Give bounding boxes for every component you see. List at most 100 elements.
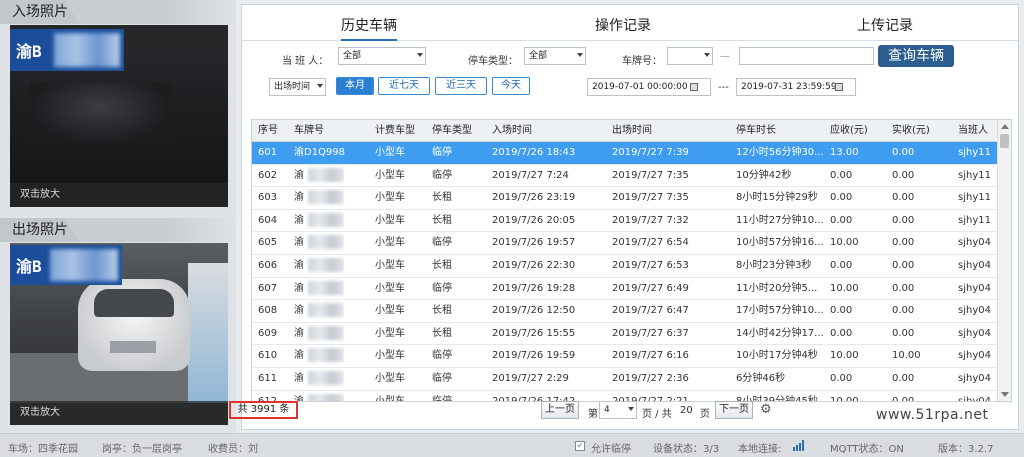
scroll-down-icon[interactable] xyxy=(1001,392,1009,397)
redacted-plate-blur xyxy=(308,258,344,272)
gear-icon[interactable]: ⚙ xyxy=(760,402,772,417)
scroll-up-icon[interactable] xyxy=(1001,124,1009,129)
redacted-plate-blur xyxy=(308,235,344,250)
column-header[interactable]: 车牌号 xyxy=(294,120,324,142)
table-cell: 小型车 xyxy=(375,327,405,339)
tab-upload-log[interactable]: 上传记录 xyxy=(857,15,913,35)
watermark: www.51rpa.net xyxy=(876,407,989,423)
table-cell: 小型车 xyxy=(375,237,405,249)
next-page-button[interactable]: 下一页 xyxy=(715,401,753,419)
entry-photo-title: 入场照片 xyxy=(0,0,236,24)
column-header[interactable]: 入场时间 xyxy=(492,120,532,142)
query-vehicle-button[interactable]: 查询车辆 xyxy=(878,45,954,67)
end-time-input[interactable]: 2019-07-31 23:59:59 xyxy=(736,78,856,96)
table-cell: 0.00 xyxy=(892,260,915,271)
range-this-month-button[interactable]: 本月 xyxy=(336,77,374,95)
duty-select[interactable]: 全部 xyxy=(338,47,426,65)
exit-plate-blur xyxy=(50,249,118,281)
table-row[interactable]: 604 渝 小型车 长租 2019/7/26 20:05 2019/7/27 7:32 11… xyxy=(252,210,998,233)
photo-panel: 入场照片 渝B 双击放大 出场照片 渝B 双击放大 xyxy=(0,0,236,433)
table-cell: sjhy04 xyxy=(958,237,991,249)
table-cell: 渝 xyxy=(294,323,344,345)
main-panel: 历史车辆 操作记录 上传记录 当 班 人： 全部 停车类型： 全部 车牌号： —… xyxy=(241,4,1019,430)
column-header[interactable]: 出场时间 xyxy=(612,120,652,142)
page-prefix: 第 xyxy=(588,409,598,420)
table-row[interactable]: 602 渝 小型车 临停 2019/7/27 7:24 2019/7/27 7:35 10分… xyxy=(252,165,998,188)
scroll-thumb[interactable] xyxy=(1000,134,1009,148)
status-local-conn: 本地连接: xyxy=(738,444,782,455)
plate-label: 车牌号： xyxy=(622,56,662,67)
table-cell: 0.00 xyxy=(830,305,853,317)
table-row[interactable]: 603 渝 小型车 长租 2019/7/26 23:19 2019/7/27 7:35 8小… xyxy=(252,187,998,210)
tab-history-vehicles[interactable]: 历史车辆 xyxy=(341,15,397,41)
table-row[interactable]: 611 渝 小型车 临停 2019/7/27 2:29 2019/7/27 2:36 6分钟… xyxy=(252,368,998,391)
table-row[interactable]: 605 渝 小型车 临停 2019/7/26 19:57 2019/7/27 6:54 10… xyxy=(252,232,998,255)
park-type-select[interactable]: 全部 xyxy=(524,47,586,65)
status-booth: 岗亭：负一层岗亭 xyxy=(102,444,182,455)
column-header[interactable]: 应收(元) xyxy=(830,120,868,142)
allow-temp-checkbox[interactable]: ✓ xyxy=(575,441,585,451)
table-cell: 2019/7/26 19:28 xyxy=(492,282,576,294)
range-today-button[interactable]: 今天 xyxy=(492,77,530,95)
column-header[interactable]: 停车时长 xyxy=(736,120,776,142)
range-last-7-days-button[interactable]: 近七天 xyxy=(378,77,430,95)
table-cell: 2019/7/26 15:55 xyxy=(492,327,576,339)
calendar-icon[interactable] xyxy=(690,83,698,91)
page-suffix: 页 xyxy=(700,409,710,420)
table-row[interactable]: 608 渝 小型车 长租 2019/7/26 12:50 2019/7/27 6:47 17… xyxy=(252,300,998,323)
status-bar: 车场：四季花园 岗亭：负一层岗亭 收费员：刘 ✓ 允许临停 设备状态：3/3 本… xyxy=(0,433,1024,457)
table-cell: 2019/7/27 6:37 xyxy=(612,327,689,339)
column-header[interactable]: 当班人 xyxy=(958,120,988,142)
column-header[interactable]: 实收(元) xyxy=(892,120,930,142)
table-row[interactable]: 609 渝 小型车 长租 2019/7/26 15:55 2019/7/27 6:37 14… xyxy=(252,323,998,346)
table-cell: sjhy04 xyxy=(958,327,991,339)
table-cell: 13.00 xyxy=(830,147,859,158)
table-cell: sjhy11 xyxy=(958,169,991,181)
column-header[interactable]: 计费车型 xyxy=(375,120,415,142)
total-count: 共 3991 条 xyxy=(229,401,298,419)
table-cell: 0.00 xyxy=(830,169,853,181)
plate-province-select[interactable] xyxy=(667,47,713,65)
exit-photo[interactable]: 渝B 双击放大 xyxy=(10,243,228,425)
page-select[interactable]: 4 xyxy=(599,401,637,419)
table-cell: 渝 xyxy=(294,345,344,367)
park-type-label: 停车类型： xyxy=(468,56,518,67)
page-sep: 页 / 共 xyxy=(642,409,672,420)
prev-page-button[interactable]: 上一页 xyxy=(541,401,579,419)
table-cell: sjhy04 xyxy=(958,282,991,294)
entry-photo[interactable]: 渝B 双击放大 xyxy=(10,25,228,207)
table-cell: sjhy04 xyxy=(958,395,991,402)
plate-input[interactable] xyxy=(739,47,874,65)
table-row[interactable]: 610 渝 小型车 临停 2019/7/26 19:59 2019/7/27 6:16 10… xyxy=(252,345,998,368)
redacted-plate-blur xyxy=(308,348,344,363)
calendar-icon[interactable] xyxy=(835,83,843,91)
tab-operation-log[interactable]: 操作记录 xyxy=(595,15,651,35)
redacted-plate-blur xyxy=(308,280,344,295)
table-cell: 2019/7/27 7:24 xyxy=(492,169,569,181)
table-row[interactable]: 601 渝D1Q998 小型车 临停 2019/7/26 18:43 2019/7/27 … xyxy=(252,142,998,165)
time-field-select[interactable]: 出场时间 xyxy=(269,78,326,96)
vertical-scrollbar[interactable] xyxy=(997,120,1011,401)
table-cell: 0.00 xyxy=(892,169,915,181)
table-cell: 0.00 xyxy=(892,237,915,249)
column-header[interactable]: 停车类型 xyxy=(432,120,472,142)
table-header: 序号 车牌号 计费车型 停车类型 入场时间 出场时间 停车时长 应收(元) 实收(元) 当班人 xyxy=(252,120,998,142)
exit-zoom-hint: 双击放大 xyxy=(10,401,228,425)
table-cell: 606 xyxy=(258,260,278,271)
table-cell: 607 xyxy=(258,282,278,294)
table-cell: 2019/7/27 6:53 xyxy=(612,260,689,271)
entry-car-shape xyxy=(30,83,170,143)
start-time-input[interactable]: 2019-07-01 00:00:00 xyxy=(587,78,711,96)
table-cell: 2019/7/27 6:47 xyxy=(612,305,689,317)
table-cell: 长租 xyxy=(432,305,452,317)
range-last-3-days-button[interactable]: 近三天 xyxy=(435,77,487,95)
column-header[interactable]: 序号 xyxy=(258,120,278,142)
table-cell: 601 xyxy=(258,147,278,158)
table-cell: 2019/7/26 19:59 xyxy=(492,350,576,362)
table-row[interactable]: 606 渝 小型车 长租 2019/7/26 22:30 2019/7/27 6:53 8小… xyxy=(252,255,998,278)
table-cell: 2019/7/27 7:35 xyxy=(612,192,689,204)
table-cell: 小型车 xyxy=(375,147,405,158)
table-cell: 小型车 xyxy=(375,373,405,384)
redacted-plate-blur xyxy=(308,371,344,385)
table-row[interactable]: 607 渝 小型车 临停 2019/7/26 19:28 2019/7/27 6:49 11… xyxy=(252,278,998,301)
